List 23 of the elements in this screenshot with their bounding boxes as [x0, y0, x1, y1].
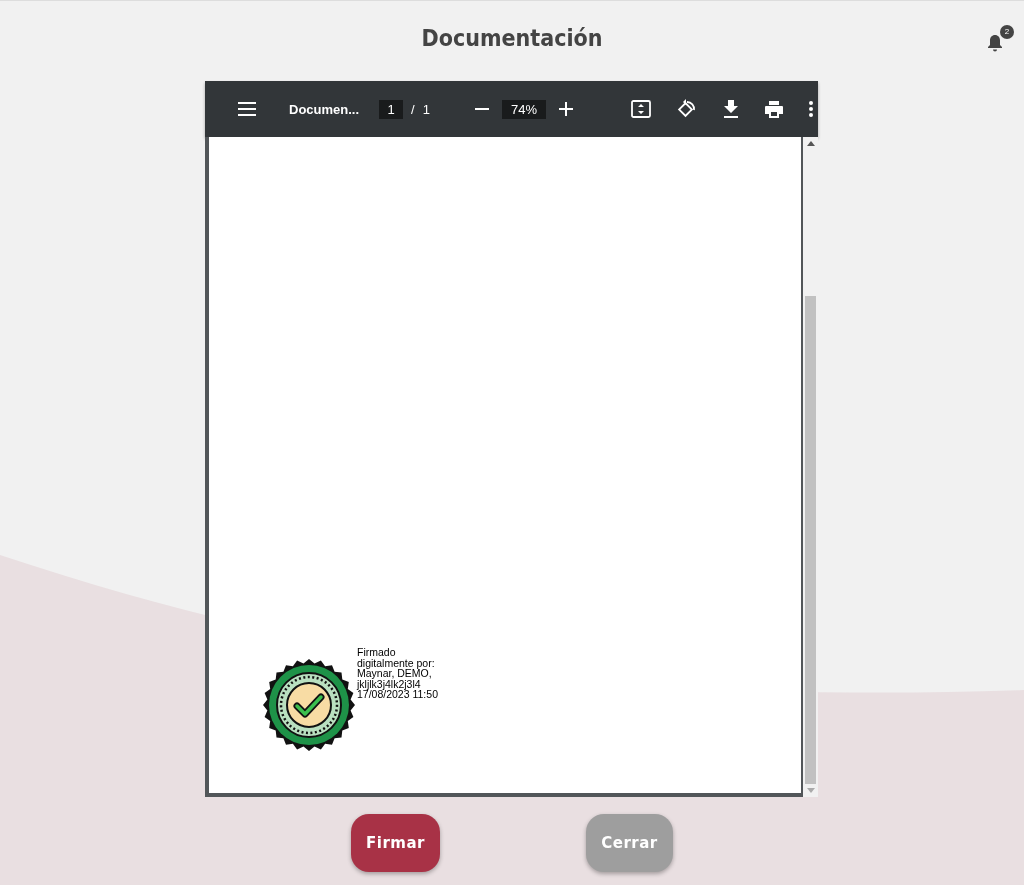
- menu-icon: [238, 102, 256, 116]
- page-title: Documentación: [421, 25, 603, 53]
- sign-button[interactable]: Firmar: [351, 814, 440, 872]
- plus-icon: [558, 102, 573, 116]
- notification-bell-button[interactable]: 2: [986, 25, 1014, 53]
- document-title: Documen...: [289, 101, 360, 117]
- page-separator: /: [411, 101, 415, 117]
- page-number-field[interactable]: 1: [379, 99, 404, 119]
- scroll-up-icon: [806, 141, 815, 146]
- scroll-down-icon: [806, 788, 815, 793]
- rotate-icon: [676, 99, 697, 119]
- bell-icon: [986, 33, 1004, 53]
- more-vertical-icon: [808, 101, 813, 117]
- fit-page-icon: [630, 100, 651, 118]
- signature-text: Firmado digitalmente por: Maynar, DEMO, jkljlk3j4lk2j3l4 17/08/2023 11:50: [357, 647, 438, 700]
- scrollbar[interactable]: [803, 137, 818, 797]
- printer-icon: [764, 100, 783, 118]
- scrollbar-thumb[interactable]: [805, 296, 816, 784]
- zoom-field[interactable]: 74%: [501, 99, 546, 119]
- page-count: 1: [422, 101, 430, 117]
- notification-count: 2: [1000, 25, 1014, 39]
- verified-seal-icon: [263, 659, 355, 751]
- download-icon: [722, 100, 739, 118]
